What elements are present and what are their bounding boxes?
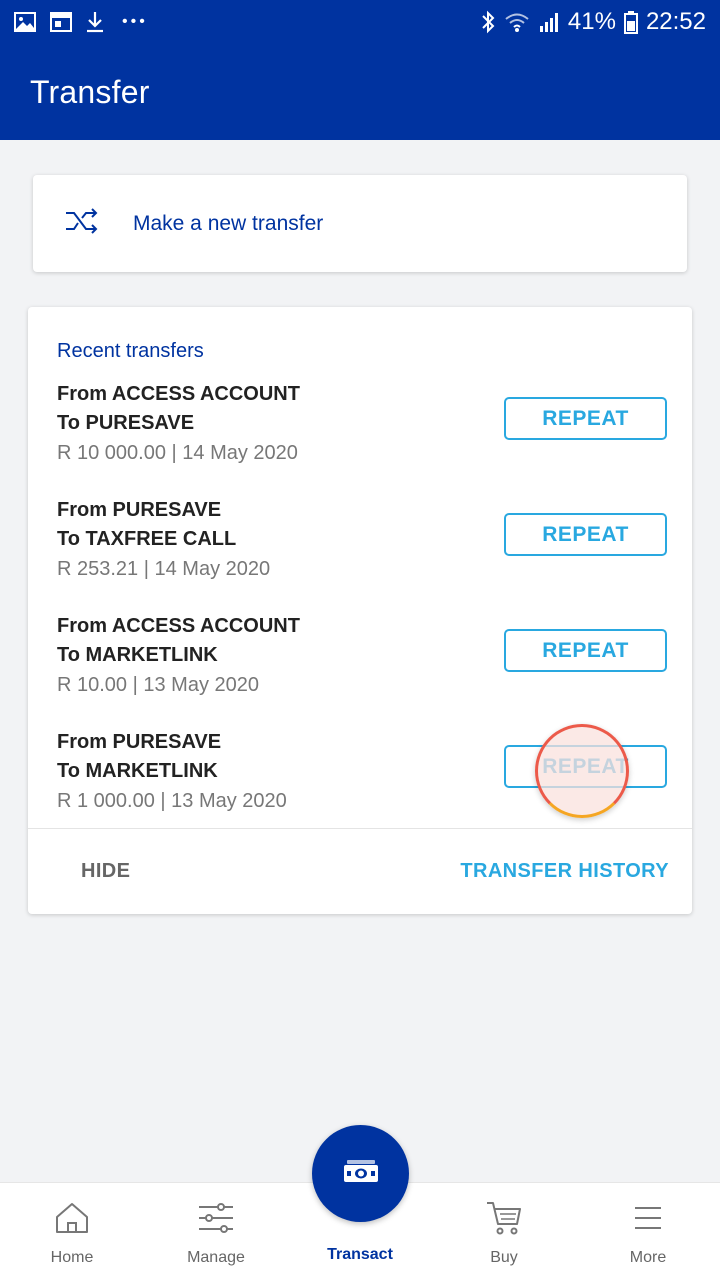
make-new-transfer-label: Make a new transfer [133, 211, 324, 235]
clock: 22:52 [645, 8, 706, 35]
cart-icon [485, 1199, 523, 1237]
nav-buy-label: Buy [490, 1249, 518, 1266]
page-title: Transfer [30, 73, 150, 110]
nav-manage[interactable]: Manage [144, 1183, 288, 1280]
transfer-amount-date: R 10.00 | 13 May 2020 [57, 674, 259, 696]
transfer-arrows-icon [63, 204, 103, 243]
signal-icon [538, 11, 560, 33]
home-icon [54, 1199, 90, 1237]
nav-home-label: Home [50, 1249, 94, 1266]
recent-transfers-card: Recent transfers From ACCESS ACCOUNT To … [28, 307, 692, 914]
battery-percent: 41% [567, 8, 616, 35]
nav-manage-label: Manage [187, 1249, 245, 1266]
overflow-dots: ••• [122, 13, 148, 30]
make-new-transfer-button[interactable]: Make a new transfer [33, 175, 687, 272]
transfer-row: From ACCESS ACCOUNT To MARKETLINK R 10.0… [57, 612, 667, 708]
transact-fab[interactable] [312, 1125, 409, 1222]
transfer-row: From ACCESS ACCOUNT To PURESAVE R 10 000… [57, 380, 667, 476]
status-bar: ••• 41% 22:52 [0, 0, 720, 44]
gallery-icon [14, 12, 36, 32]
nav-transact-label: Transact [327, 1246, 393, 1263]
menu-icon [633, 1199, 663, 1237]
nav-home[interactable]: Home [0, 1183, 144, 1280]
bluetooth-icon [480, 10, 496, 34]
hide-button[interactable]: HIDE [81, 860, 130, 883]
transfer-amount-date: R 10 000.00 | 14 May 2020 [57, 442, 298, 464]
repeat-button[interactable]: REPEAT [504, 629, 667, 672]
wifi-icon [504, 11, 530, 33]
transfer-history-button[interactable]: TRANSFER HISTORY [460, 860, 669, 883]
nav-buy[interactable]: Buy [432, 1183, 576, 1280]
download-icon [86, 11, 104, 33]
nav-more-label: More [629, 1249, 667, 1266]
cash-icon [341, 1158, 381, 1189]
battery-icon [623, 10, 638, 34]
transfer-amount-date: R 253.21 | 14 May 2020 [57, 558, 271, 580]
status-right-icons: 41% 22:52 [480, 8, 706, 36]
recent-transfers-title: Recent transfers [57, 340, 204, 362]
app-bar: Transfer [0, 44, 720, 140]
sliders-icon [197, 1199, 235, 1237]
touch-indicator [535, 724, 629, 818]
repeat-button[interactable]: REPEAT [504, 397, 667, 440]
nav-more[interactable]: More [576, 1183, 720, 1280]
repeat-button[interactable]: REPEAT [504, 513, 667, 556]
status-left-icons: ••• [14, 11, 148, 33]
card-divider [28, 828, 692, 829]
window-icon [50, 12, 72, 32]
transfer-row: From PURESAVE To TAXFREE CALL R 253.21 |… [57, 496, 667, 592]
